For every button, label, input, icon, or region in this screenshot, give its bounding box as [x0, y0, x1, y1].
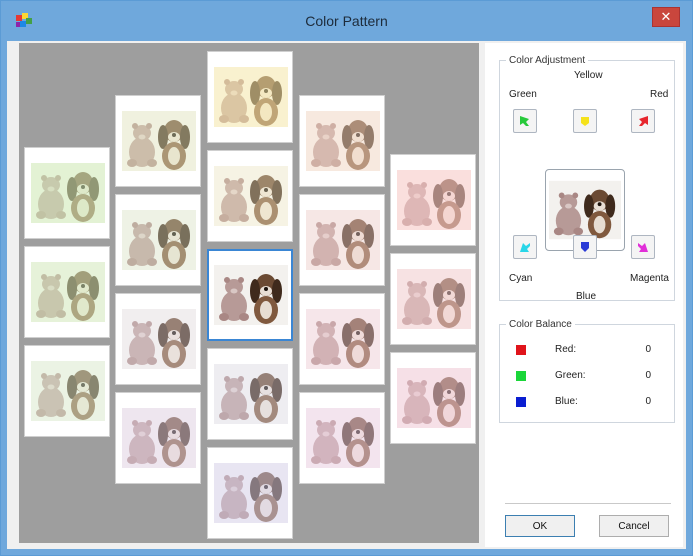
ok-button[interactable]: OK: [505, 515, 575, 537]
pattern-thumbnail[interactable]: [207, 348, 293, 440]
magenta-adjust-button[interactable]: [631, 235, 655, 259]
green-arrow-icon: [520, 116, 529, 126]
pattern-grid: [19, 43, 479, 543]
photo-image: [397, 170, 471, 230]
pattern-thumbnail[interactable]: [207, 51, 293, 143]
red-arrow-icon: [639, 116, 648, 126]
dialog-body: Color Adjustment Yellow Green Red Cyan M…: [7, 41, 686, 549]
red-label: Red: [650, 89, 669, 100]
pattern-thumbnail[interactable]: [115, 95, 201, 187]
photo-image: [122, 111, 196, 171]
cyan-adjust-button[interactable]: [513, 235, 537, 259]
cyan-label: Cyan: [509, 273, 533, 284]
green-balance-value: 0: [645, 370, 651, 381]
pattern-thumbnail[interactable]: [24, 147, 110, 239]
green-label: Green: [509, 89, 537, 100]
blue-swatch: [516, 397, 526, 407]
green-balance-label: Green:: [555, 370, 586, 381]
pattern-thumbnail[interactable]: [390, 352, 476, 444]
yellow-arrow-icon: [581, 117, 589, 126]
button-separator: [505, 503, 671, 504]
photo-image: [214, 364, 288, 424]
green-adjust-button[interactable]: [513, 109, 537, 133]
photo-image: [397, 269, 471, 329]
settings-panel: Color Adjustment Yellow Green Red Cyan M…: [485, 43, 683, 547]
pattern-thumbnail[interactable]: [115, 392, 201, 484]
photo-image: [214, 67, 288, 127]
color-pattern-dialog: Color Pattern ✕ Color Adjustment Yellow …: [0, 0, 693, 556]
pattern-thumbnail-selected[interactable]: [207, 249, 293, 341]
pattern-thumbnail[interactable]: [299, 194, 385, 286]
red-balance-label: Red:: [555, 344, 577, 355]
color-adjustment-legend: Color Adjustment: [509, 55, 586, 66]
blue-label: Blue: [576, 291, 597, 302]
magenta-label: Magenta: [630, 273, 669, 284]
preview-image: [549, 180, 621, 240]
photo-image: [122, 210, 196, 270]
red-swatch: [516, 345, 526, 355]
yellow-label: Yellow: [574, 70, 603, 81]
photo-image: [306, 408, 380, 468]
yellow-adjust-button[interactable]: [573, 109, 597, 133]
magenta-arrow-icon: [638, 243, 648, 252]
photo-image: [306, 210, 380, 270]
photo-image: [31, 361, 105, 421]
cancel-button[interactable]: Cancel: [599, 515, 669, 537]
photo-image: [214, 166, 288, 226]
pattern-thumbnail[interactable]: [115, 194, 201, 286]
pattern-thumbnail[interactable]: [390, 154, 476, 246]
photo-image: [397, 368, 471, 428]
pattern-thumbnail[interactable]: [299, 95, 385, 187]
close-button[interactable]: ✕: [652, 7, 680, 27]
pattern-thumbnail[interactable]: [115, 293, 201, 385]
pattern-thumbnail[interactable]: [207, 447, 293, 539]
photo-image: [122, 309, 196, 369]
title-bar: Color Pattern ✕: [1, 1, 692, 41]
pattern-thumbnail[interactable]: [390, 253, 476, 345]
blue-arrow-icon: [581, 242, 589, 252]
photo-image: [122, 408, 196, 468]
red-adjust-button[interactable]: [631, 109, 655, 133]
green-swatch: [516, 371, 526, 381]
blue-balance-value: 0: [645, 396, 651, 407]
photo-image: [214, 265, 288, 325]
photo-image: [306, 309, 380, 369]
photo-image: [31, 262, 105, 322]
window-title: Color Pattern: [305, 13, 388, 29]
pattern-thumbnail[interactable]: [24, 345, 110, 437]
pattern-thumbnail[interactable]: [299, 293, 385, 385]
photo-image: [31, 163, 105, 223]
pattern-thumbnail[interactable]: [299, 392, 385, 484]
photo-image: [306, 111, 380, 171]
color-balance-legend: Color Balance: [509, 319, 572, 330]
blue-adjust-button[interactable]: [573, 235, 597, 259]
pattern-thumbnail[interactable]: [24, 246, 110, 338]
pattern-thumbnail[interactable]: [207, 150, 293, 242]
red-balance-value: 0: [645, 344, 651, 355]
close-icon: ✕: [660, 9, 672, 24]
blue-balance-label: Blue:: [555, 396, 578, 407]
cyan-arrow-icon: [520, 243, 530, 252]
photo-image: [214, 463, 288, 523]
